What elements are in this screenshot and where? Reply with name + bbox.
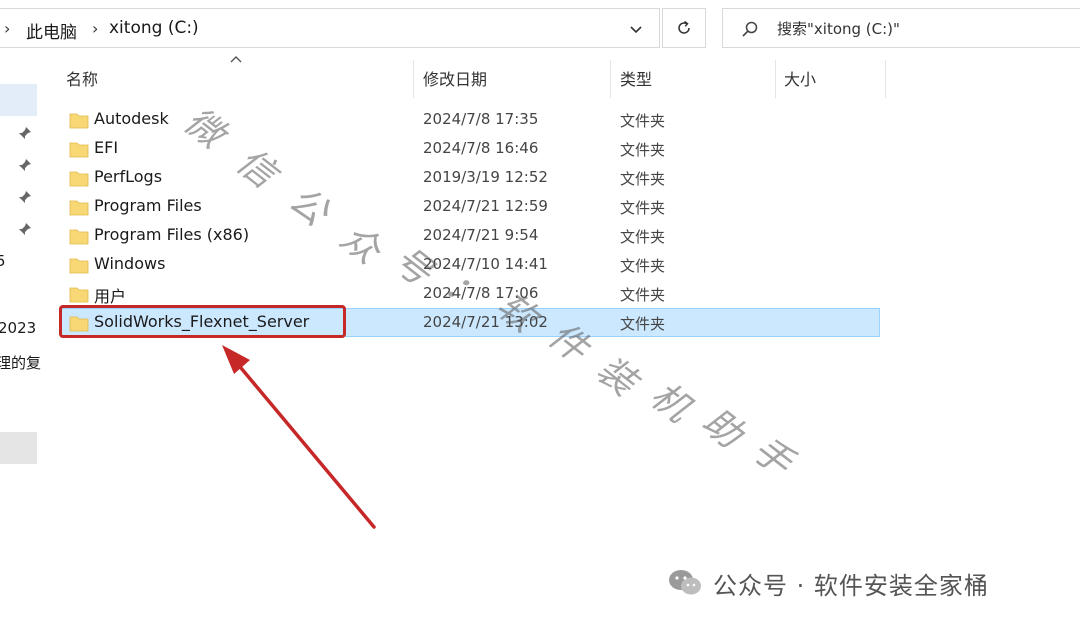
search-input[interactable] bbox=[775, 15, 1069, 43]
breadcrumb-this-pc[interactable]: 此电脑 bbox=[26, 18, 77, 43]
chevron-down-icon[interactable] bbox=[628, 21, 644, 37]
watermark-char: 装 bbox=[588, 347, 645, 405]
search-icon bbox=[742, 21, 758, 37]
file-row[interactable]: Program Files 2024/7/21 12:59 文件夹 bbox=[60, 192, 880, 221]
file-date: 2024/7/21 9:54 bbox=[423, 226, 539, 244]
nav-item-label[interactable]: 理的复 bbox=[0, 352, 41, 373]
nav-item-label[interactable]: 2023 bbox=[0, 319, 36, 337]
refresh-button[interactable] bbox=[662, 8, 706, 48]
file-type: 文件夹 bbox=[620, 286, 666, 304]
file-date: 2019/3/19 12:52 bbox=[423, 168, 548, 186]
folder-icon bbox=[69, 113, 89, 129]
folder-icon bbox=[69, 258, 89, 274]
file-name: Program Files bbox=[94, 196, 202, 215]
nav-item-hover[interactable] bbox=[0, 432, 37, 464]
column-divider[interactable] bbox=[885, 60, 886, 98]
file-date: 2024/7/8 17:35 bbox=[423, 110, 539, 128]
footer-watermark: 公众号 · 软件安装全家桶 bbox=[667, 563, 989, 603]
file-name: PerfLogs bbox=[94, 167, 163, 186]
column-header-size[interactable]: 大小 bbox=[784, 66, 816, 90]
watermark-char: 机 bbox=[642, 373, 699, 431]
pin-icon[interactable] bbox=[18, 190, 32, 204]
file-type: 文件夹 bbox=[620, 315, 666, 333]
address-bar-area: › 此电脑 › xitong (C:) bbox=[0, 8, 706, 50]
refresh-icon bbox=[678, 20, 690, 34]
file-name: Autodesk bbox=[94, 109, 169, 128]
file-name: Windows bbox=[94, 254, 166, 273]
pin-icon[interactable] bbox=[18, 126, 32, 140]
navigation-pane: 5 2023 理的复 bbox=[0, 60, 42, 627]
file-name: EFI bbox=[94, 138, 119, 157]
file-type: 文件夹 bbox=[620, 141, 666, 159]
folder-icon bbox=[69, 229, 89, 245]
column-divider[interactable] bbox=[413, 60, 414, 98]
file-date: 2024/7/8 16:46 bbox=[423, 139, 539, 157]
watermark-char: 手 bbox=[744, 427, 801, 485]
folder-icon bbox=[69, 171, 89, 187]
pin-icon[interactable] bbox=[18, 158, 32, 172]
folder-icon bbox=[69, 287, 89, 303]
chevron-right-icon[interactable]: › bbox=[92, 19, 98, 38]
file-date: 2024/7/21 12:59 bbox=[423, 197, 548, 215]
column-header-type[interactable]: 类型 bbox=[620, 66, 652, 90]
folder-icon bbox=[69, 142, 89, 158]
nav-item-selected[interactable] bbox=[0, 84, 37, 116]
file-type: 文件夹 bbox=[620, 199, 666, 217]
file-row[interactable]: PerfLogs 2019/3/19 12:52 文件夹 bbox=[60, 163, 880, 192]
column-divider[interactable] bbox=[610, 60, 611, 98]
folder-icon bbox=[69, 200, 89, 216]
file-row[interactable]: Program Files (x86) 2024/7/21 9:54 文件夹 bbox=[60, 221, 880, 250]
wechat-icon bbox=[669, 570, 701, 595]
file-name: 用户 bbox=[94, 287, 127, 306]
file-type: 文件夹 bbox=[620, 257, 666, 275]
annotation-highlight-box bbox=[59, 305, 346, 338]
pin-icon[interactable] bbox=[18, 222, 32, 236]
search-box[interactable] bbox=[722, 8, 1080, 48]
nav-item-label[interactable]: 5 bbox=[0, 252, 6, 270]
file-type: 文件夹 bbox=[620, 112, 666, 130]
chevron-right-icon[interactable]: › bbox=[4, 19, 10, 38]
breadcrumb-drive-c[interactable]: xitong (C:) bbox=[109, 18, 199, 38]
file-type: 文件夹 bbox=[620, 228, 666, 246]
address-bar[interactable]: › 此电脑 › xitong (C:) bbox=[0, 8, 660, 48]
file-explorer-window: › 此电脑 › xitong (C:) 搜索"xitong (C:)" 5 20… bbox=[0, 0, 1080, 627]
column-header-name[interactable]: 名称 bbox=[66, 66, 98, 90]
file-type: 文件夹 bbox=[620, 170, 666, 188]
watermark-char: 助 bbox=[694, 399, 751, 457]
sort-up-icon bbox=[230, 56, 242, 63]
column-divider[interactable] bbox=[775, 60, 776, 98]
footer-watermark-text: 公众号 · 软件安装全家桶 bbox=[713, 571, 989, 600]
file-name: Program Files (x86) bbox=[94, 225, 250, 244]
column-header-date[interactable]: 修改日期 bbox=[423, 66, 487, 90]
